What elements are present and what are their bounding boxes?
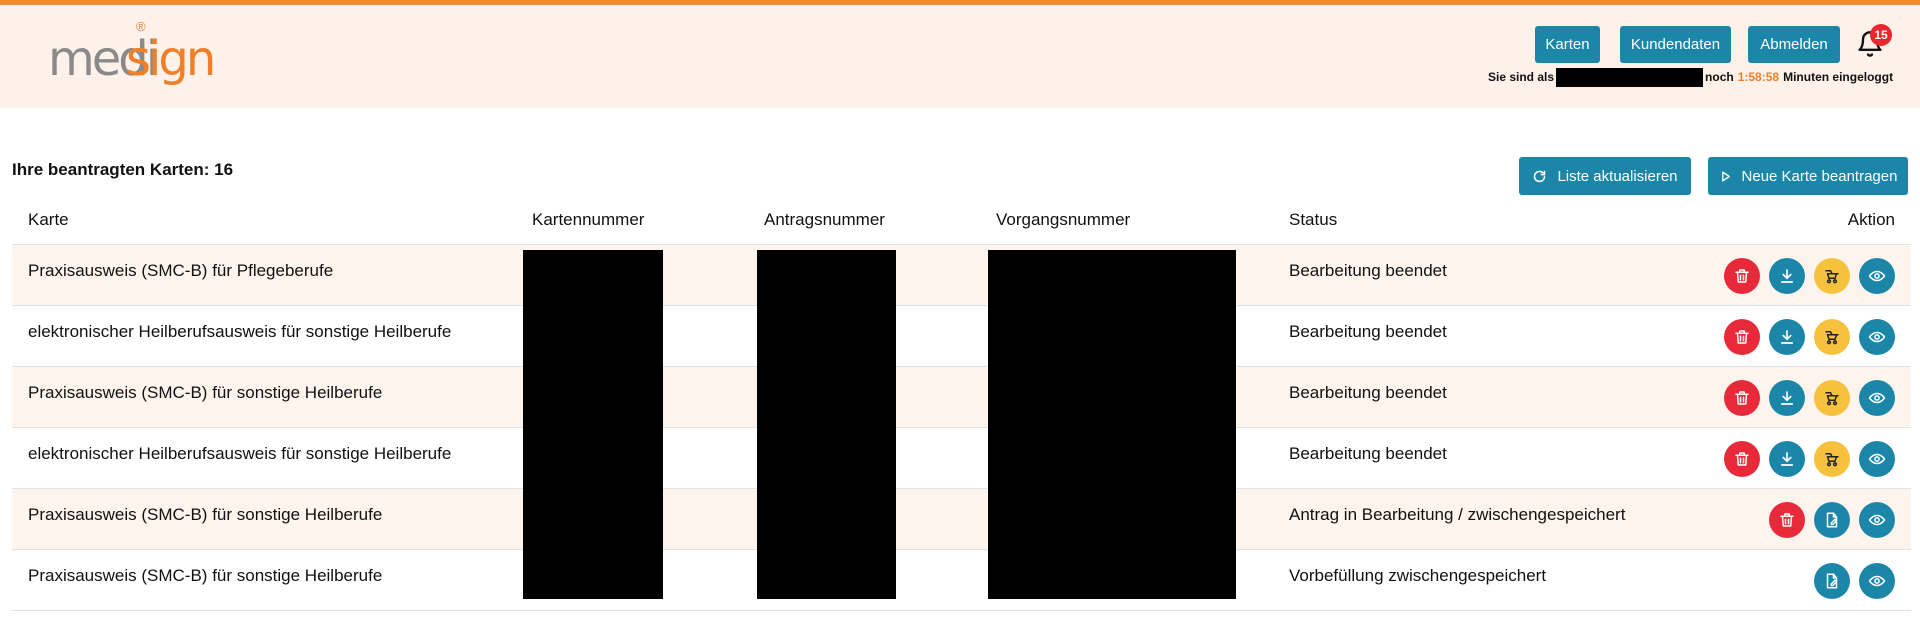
shipping-icon (1823, 450, 1841, 468)
trash-icon (1733, 267, 1751, 285)
eye-icon (1868, 267, 1886, 285)
row-actions (1769, 489, 1895, 550)
ship-button[interactable] (1814, 318, 1850, 355)
ship-button[interactable] (1814, 257, 1850, 294)
cards-table: Karte Kartennummer Antragsnummer Vorgang… (12, 205, 1911, 611)
col-karte: Karte (28, 210, 69, 229)
eye-icon (1868, 572, 1886, 590)
logout-button[interactable]: Abmelden (1748, 26, 1840, 63)
trash-icon (1733, 328, 1751, 346)
table-row: Praxisausweis (SMC-B) für sonstige Heilb… (12, 489, 1911, 550)
download-icon (1778, 328, 1796, 346)
view-button[interactable] (1859, 379, 1895, 416)
edit-document-icon (1823, 572, 1841, 590)
card-status: Bearbeitung beendet (1289, 261, 1447, 280)
session-timer: 1:58:58 (1737, 70, 1780, 84)
card-name: Praxisausweis (SMC-B) für sonstige Heilb… (28, 505, 383, 524)
card-name: Praxisausweis (SMC-B) für Pflegeberufe (28, 261, 334, 280)
table-row: Praxisausweis (SMC-B) für sonstige Heilb… (12, 367, 1911, 428)
row-actions (1724, 367, 1895, 428)
shipping-icon (1823, 389, 1841, 407)
table-row: elektronischer Heilberufsausweis für son… (12, 306, 1911, 367)
card-name: elektronischer Heilberufsausweis für son… (28, 444, 452, 463)
login-info: Sie sind als noch 1:58:58 Minuten eingel… (1488, 67, 1893, 87)
eye-icon (1868, 511, 1886, 529)
trash-icon (1778, 511, 1796, 529)
table-header: Karte Kartennummer Antragsnummer Vorgang… (12, 205, 1911, 245)
edit-button[interactable] (1814, 501, 1850, 538)
col-status: Status (1289, 210, 1338, 229)
table-row: Praxisausweis (SMC-B) für Pflegeberufe Be… (12, 245, 1911, 306)
refresh-icon (1534, 170, 1546, 182)
redacted-kartennummer (523, 250, 663, 599)
new-card-button[interactable]: Neue Karte beantragen (1708, 157, 1908, 195)
redacted-username (1556, 67, 1704, 87)
download-button[interactable] (1769, 318, 1805, 355)
redacted-vorgangsnummer (988, 250, 1236, 599)
download-icon (1778, 450, 1796, 468)
view-button[interactable] (1859, 562, 1895, 599)
card-status: Bearbeitung beendet (1289, 383, 1447, 402)
edit-button[interactable] (1814, 562, 1850, 599)
notification-badge: 15 (1870, 24, 1892, 46)
col-aktion: Aktion (1847, 210, 1895, 229)
medisign-logo[interactable]: medi sign ® (48, 17, 216, 97)
nav-kundendaten-button[interactable]: Kundendaten (1620, 26, 1731, 63)
table-row: elektronischer Heilberufsausweis für son… (12, 428, 1911, 489)
card-name: elektronischer Heilberufsausweis für son… (28, 322, 452, 341)
edit-document-icon (1823, 511, 1841, 529)
delete-button[interactable] (1724, 318, 1760, 355)
download-button[interactable] (1769, 257, 1805, 294)
card-name: Praxisausweis (SMC-B) für sonstige Heilb… (28, 383, 383, 402)
view-button[interactable] (1859, 440, 1895, 477)
view-button[interactable] (1859, 257, 1895, 294)
trash-icon (1733, 450, 1751, 468)
eye-icon (1868, 389, 1886, 407)
eye-icon (1868, 450, 1886, 468)
col-kartennummer: Kartennummer (532, 210, 645, 229)
ship-button[interactable] (1814, 440, 1850, 477)
play-icon (1721, 170, 1730, 182)
card-status: Bearbeitung beendet (1289, 322, 1447, 341)
col-vorgangsnummer: Vorgangsnummer (996, 210, 1131, 229)
shipping-icon (1823, 328, 1841, 346)
card-status: Antrag in Bearbeitung / zwischengespeich… (1289, 505, 1626, 524)
delete-button[interactable] (1724, 379, 1760, 416)
card-name: Praxisausweis (SMC-B) für sonstige Heilb… (28, 566, 383, 585)
col-antragsnummer: Antragsnummer (764, 210, 885, 229)
card-status: Bearbeitung beendet (1289, 444, 1447, 463)
ship-button[interactable] (1814, 379, 1850, 416)
redacted-antragsnummer (757, 250, 896, 599)
delete-button[interactable] (1724, 257, 1760, 294)
refresh-list-button[interactable]: Liste aktualisieren (1519, 157, 1691, 195)
delete-button[interactable] (1724, 440, 1760, 477)
download-button[interactable] (1769, 379, 1805, 416)
table-body: Praxisausweis (SMC-B) für Pflegeberufe Be… (12, 245, 1911, 611)
delete-button[interactable] (1769, 501, 1805, 538)
download-button[interactable] (1769, 440, 1805, 477)
trash-icon (1733, 389, 1751, 407)
download-icon (1778, 389, 1796, 407)
row-actions (1724, 428, 1895, 489)
table-row: Praxisausweis (SMC-B) für sonstige Heilb… (12, 550, 1911, 611)
row-actions (1724, 245, 1895, 306)
nav-karten-button[interactable]: Karten (1535, 26, 1600, 63)
shipping-icon (1823, 267, 1841, 285)
cards-count-title: Ihre beantragten Karten: 16 (12, 160, 234, 179)
row-actions (1814, 550, 1895, 611)
view-button[interactable] (1859, 501, 1895, 538)
eye-icon (1868, 328, 1886, 346)
view-button[interactable] (1859, 318, 1895, 355)
card-status: Vorbefüllung zwischengespeichert (1289, 566, 1547, 585)
download-icon (1778, 267, 1796, 285)
row-actions (1724, 306, 1895, 367)
